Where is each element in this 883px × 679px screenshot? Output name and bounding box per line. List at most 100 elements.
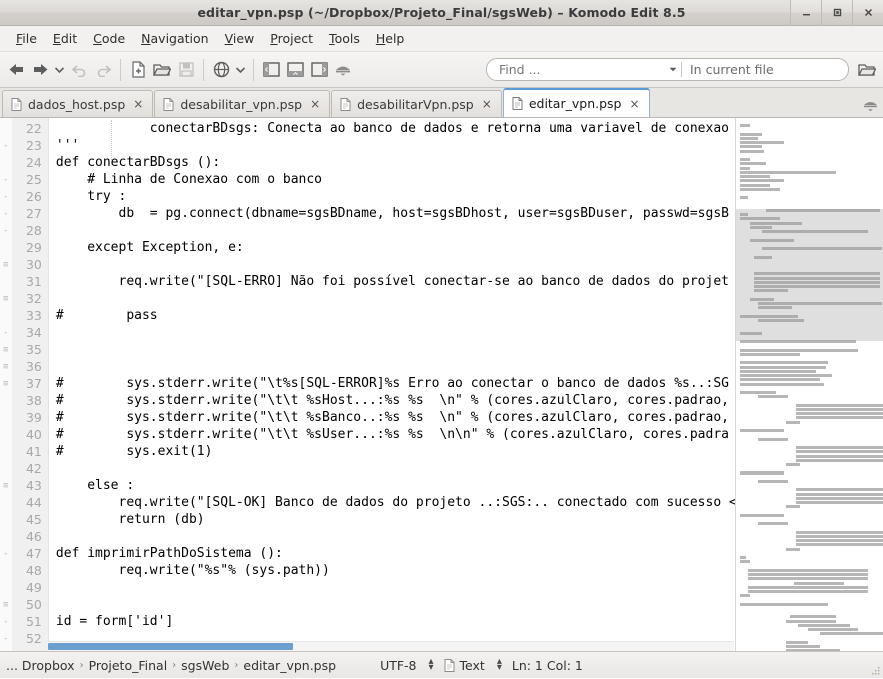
back-arrow-icon[interactable] — [4, 57, 28, 83]
maximize-icon[interactable] — [821, 0, 852, 25]
code-line[interactable]: def conectarBDsgs (): — [56, 154, 735, 171]
new-file-icon[interactable] — [126, 57, 150, 83]
code-minimap[interactable] — [735, 118, 883, 651]
code-line[interactable]: # sys.stderr.write("\t\t %sHost...:%s %s… — [56, 392, 735, 409]
fold-marker-icon[interactable]: - — [3, 550, 10, 559]
menu-edit[interactable]: Edit — [45, 28, 85, 49]
full-screen-icon[interactable] — [331, 57, 355, 83]
code-line[interactable] — [56, 579, 735, 596]
cursor-position-indicator[interactable]: Ln: 1 Col: 1 — [512, 658, 583, 673]
bottom-pane-toggle-icon[interactable] — [283, 57, 307, 83]
minimize-icon[interactable] — [790, 0, 821, 25]
menu-help[interactable]: Help — [368, 28, 413, 49]
fold-marker-icon[interactable]: - — [3, 635, 10, 644]
fold-marker-icon[interactable]: ≡ — [3, 482, 10, 491]
close-icon[interactable] — [852, 0, 883, 25]
tab-editar_vpn[interactable]: editar_vpn.psp × — [502, 88, 650, 117]
menu-file[interactable]: File — [8, 28, 45, 49]
save-icon[interactable] — [174, 57, 198, 83]
status-splitter[interactable]: ▴ ▾ — [497, 657, 502, 673]
close-icon[interactable]: × — [482, 98, 492, 110]
chevron-down-icon[interactable] — [665, 59, 681, 80]
fold-marker-icon[interactable]: ≡ — [3, 261, 10, 270]
preview-dropdown-icon[interactable] — [233, 57, 248, 83]
fold-marker-icon[interactable]: - — [3, 618, 10, 627]
fold-marker-icon[interactable]: ≡ — [3, 346, 10, 355]
code-line[interactable] — [56, 358, 735, 375]
code-editor-content[interactable]: conectarBDsgs: Conecta ao banco de dados… — [48, 118, 736, 651]
fold-marker-icon[interactable]: - — [3, 210, 10, 219]
fold-marker-icon[interactable]: - — [3, 329, 10, 338]
menu-navigation[interactable]: Navigation — [133, 28, 216, 49]
resize-grip-icon[interactable] — [869, 664, 881, 676]
code-line[interactable]: req.write("[SQL-OK] Banco de dados do pr… — [56, 494, 736, 511]
code-line[interactable]: # sys.stderr.write("\t\t %sUser...:%s %s… — [56, 426, 735, 443]
fold-marker-icon[interactable]: - — [3, 227, 10, 236]
code-line[interactable] — [56, 290, 735, 307]
menu-tools[interactable]: Tools — [321, 28, 368, 49]
horizontal-scrollbar[interactable] — [48, 641, 734, 651]
encoding-indicator[interactable]: UTF-8 — [380, 658, 416, 673]
menu-code[interactable]: Code — [85, 28, 133, 49]
code-line[interactable]: try : — [56, 188, 735, 205]
code-line[interactable]: # sys.stderr.write("\t\t %sBanco..:%s %s… — [56, 409, 735, 426]
breadcrumb-item-project[interactable]: Projeto_Final — [87, 658, 170, 673]
code-line[interactable] — [56, 460, 735, 477]
menu-view[interactable]: View — [217, 28, 263, 49]
fold-marker-icon[interactable]: ≡ — [3, 601, 10, 610]
status-splitter[interactable]: ▴ ▾ — [429, 657, 434, 673]
tabs-overflow-icon[interactable] — [862, 100, 879, 114]
code-line[interactable]: return (db) — [56, 511, 735, 528]
code-line[interactable]: # pass — [56, 307, 735, 324]
code-line[interactable] — [56, 596, 735, 613]
code-line[interactable]: else : — [56, 477, 735, 494]
language-indicator[interactable]: Text — [444, 658, 485, 673]
close-icon[interactable]: × — [629, 98, 639, 110]
fold-marker-icon[interactable]: - — [3, 193, 10, 202]
code-line[interactable]: # sys.stderr.write("\t%s[SQL-ERROR]%s Er… — [56, 375, 735, 392]
code-line[interactable]: # sys.exit(1) — [56, 443, 735, 460]
code-line[interactable]: # Linha de Conexao com o banco — [56, 171, 735, 188]
tab-desabilitar_vpn[interactable]: desabilitar_vpn.psp × — [154, 90, 331, 117]
code-line[interactable] — [56, 256, 735, 273]
code-line[interactable]: ''' — [56, 137, 735, 154]
code-line[interactable]: id = form['id'] — [56, 613, 735, 630]
code-folding-column[interactable]: - - - - - ≡ ≡ - ≡ ≡ ≡ ≡ - ≡ - - — [0, 118, 13, 651]
find-input[interactable] — [487, 59, 665, 80]
find-scope-label[interactable]: In current file — [682, 59, 848, 80]
code-line[interactable]: conectarBDsgs: Conecta ao banco de dados… — [56, 120, 735, 137]
forward-arrow-icon[interactable] — [28, 57, 52, 83]
preview-browser-icon[interactable] — [209, 57, 233, 83]
fold-marker-icon[interactable]: ≡ — [3, 380, 10, 389]
tab-dados_host[interactable]: dados_host.psp × — [2, 90, 154, 117]
redo-icon[interactable] — [91, 57, 115, 83]
close-icon[interactable]: × — [133, 98, 143, 110]
code-line[interactable]: except Exception, e: — [56, 239, 735, 256]
fold-marker-icon[interactable]: ≡ — [3, 295, 10, 304]
tab-desabilitarVpn[interactable]: desabilitarVpn.psp × — [331, 90, 502, 117]
fold-marker-icon[interactable]: ≡ — [3, 363, 10, 372]
code-line[interactable]: def imprimirPathDoSistema (): — [56, 545, 735, 562]
breadcrumb-item-root[interactable]: ... Dropbox — [4, 658, 77, 673]
close-icon[interactable]: × — [310, 98, 320, 110]
code-line[interactable] — [56, 222, 735, 239]
fold-marker-icon[interactable]: - — [3, 142, 10, 151]
open-folder-icon[interactable] — [150, 57, 174, 83]
code-line[interactable]: req.write("%s"% (sys.path)) — [56, 562, 735, 579]
code-line[interactable] — [56, 528, 735, 545]
open-folder-icon[interactable] — [855, 61, 879, 79]
code-line[interactable]: db = pg.connect(dbname=sgsBDname, host=s… — [56, 205, 735, 222]
fold-marker-icon[interactable]: - — [3, 176, 10, 185]
find-toolbar-box[interactable]: In current file — [486, 58, 849, 81]
code-line[interactable]: req.write("[SQL-ERRO] Não foi possível c… — [56, 273, 735, 290]
code-line[interactable] — [56, 324, 735, 341]
right-pane-toggle-icon[interactable] — [307, 57, 331, 83]
menu-project[interactable]: Project — [262, 28, 321, 49]
undo-icon[interactable] — [67, 57, 91, 83]
history-dropdown-icon[interactable] — [52, 57, 67, 83]
breadcrumb-item-file[interactable]: editar_vpn.psp — [241, 658, 338, 673]
horizontal-scrollbar-thumb[interactable] — [48, 643, 293, 650]
code-line[interactable] — [56, 341, 735, 358]
left-pane-toggle-icon[interactable] — [259, 57, 283, 83]
breadcrumb-item-folder[interactable]: sgsWeb — [179, 658, 231, 673]
